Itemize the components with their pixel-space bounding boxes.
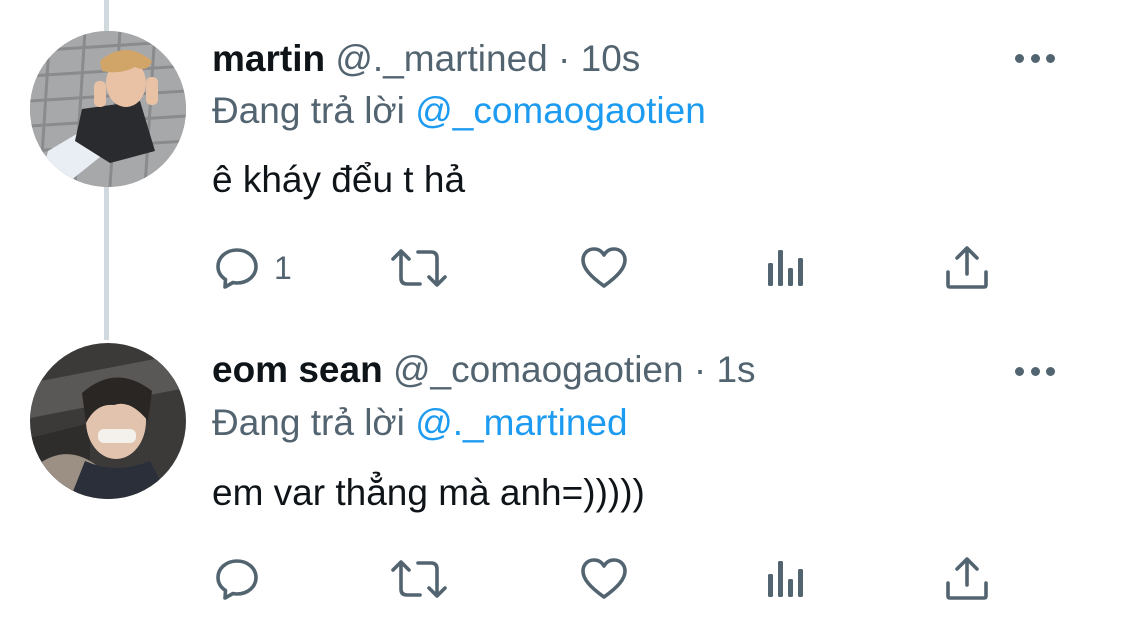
heart-icon (581, 558, 627, 599)
like-button[interactable] (580, 243, 628, 293)
views-button[interactable] (765, 243, 807, 293)
share-button[interactable] (944, 554, 990, 604)
tweet-header: martin @._martined · 10s (212, 37, 640, 81)
mention-link[interactable]: @._martined (415, 402, 627, 443)
reply-button[interactable]: 1 (214, 243, 292, 293)
retweet-button[interactable] (390, 554, 448, 604)
avatar[interactable] (30, 31, 186, 187)
mention-link[interactable]: @_comaogaotien (415, 90, 706, 131)
like-button[interactable] (580, 554, 628, 604)
separator-dot: · (558, 38, 571, 79)
display-name[interactable]: eom sean (212, 349, 383, 390)
share-button[interactable] (944, 243, 990, 293)
bar-chart-icon (768, 561, 803, 597)
tweet-thread: martin @._martined · 10s Đang trả lời @_… (0, 0, 1125, 617)
reply-button[interactable] (214, 554, 274, 604)
timestamp[interactable]: 1s (716, 349, 755, 390)
retweet-button[interactable] (390, 243, 448, 293)
share-upload-icon (946, 246, 988, 289)
tweet[interactable]: martin @._martined · 10s Đang trả lời @_… (0, 0, 1125, 340)
profile-photo-eom-sean (30, 343, 186, 499)
action-bar (0, 554, 1125, 604)
display-name[interactable]: martin (212, 38, 325, 79)
more-dots-icon[interactable] (1015, 52, 1055, 64)
timestamp[interactable]: 10s (581, 38, 641, 79)
retweet-arrows-icon (391, 560, 447, 598)
user-handle[interactable]: @._martined (335, 38, 547, 79)
tweet-header: eom sean @_comaogaotien · 1s (212, 348, 756, 392)
tweet-text: ê kháy đểu t hả (212, 159, 466, 200)
action-bar: 1 (0, 243, 1125, 293)
speech-bubble-icon (216, 248, 258, 289)
reply-count: 1 (274, 250, 292, 286)
bar-chart-icon (768, 250, 803, 286)
replying-to-label: Đang trả lời (212, 402, 405, 443)
views-button[interactable] (765, 554, 807, 604)
tweet-text: em var thẳng mà anh=))))) (212, 472, 645, 513)
replying-to-label: Đang trả lời (212, 90, 405, 131)
avatar[interactable] (30, 343, 186, 499)
separator-dot: · (693, 349, 707, 390)
user-handle[interactable]: @_comaogaotien (393, 349, 684, 390)
share-upload-icon (946, 557, 988, 600)
profile-photo-martin (30, 31, 186, 187)
retweet-arrows-icon (391, 249, 447, 287)
heart-icon (581, 247, 627, 288)
replying-to: Đang trả lời @_comaogaotien (212, 89, 706, 133)
replying-to: Đang trả lời @._martined (212, 401, 628, 445)
more-dots-icon[interactable] (1015, 365, 1055, 377)
speech-bubble-icon (216, 559, 258, 600)
tweet[interactable]: eom sean @_comaogaotien · 1s Đang trả lờ… (0, 340, 1125, 617)
